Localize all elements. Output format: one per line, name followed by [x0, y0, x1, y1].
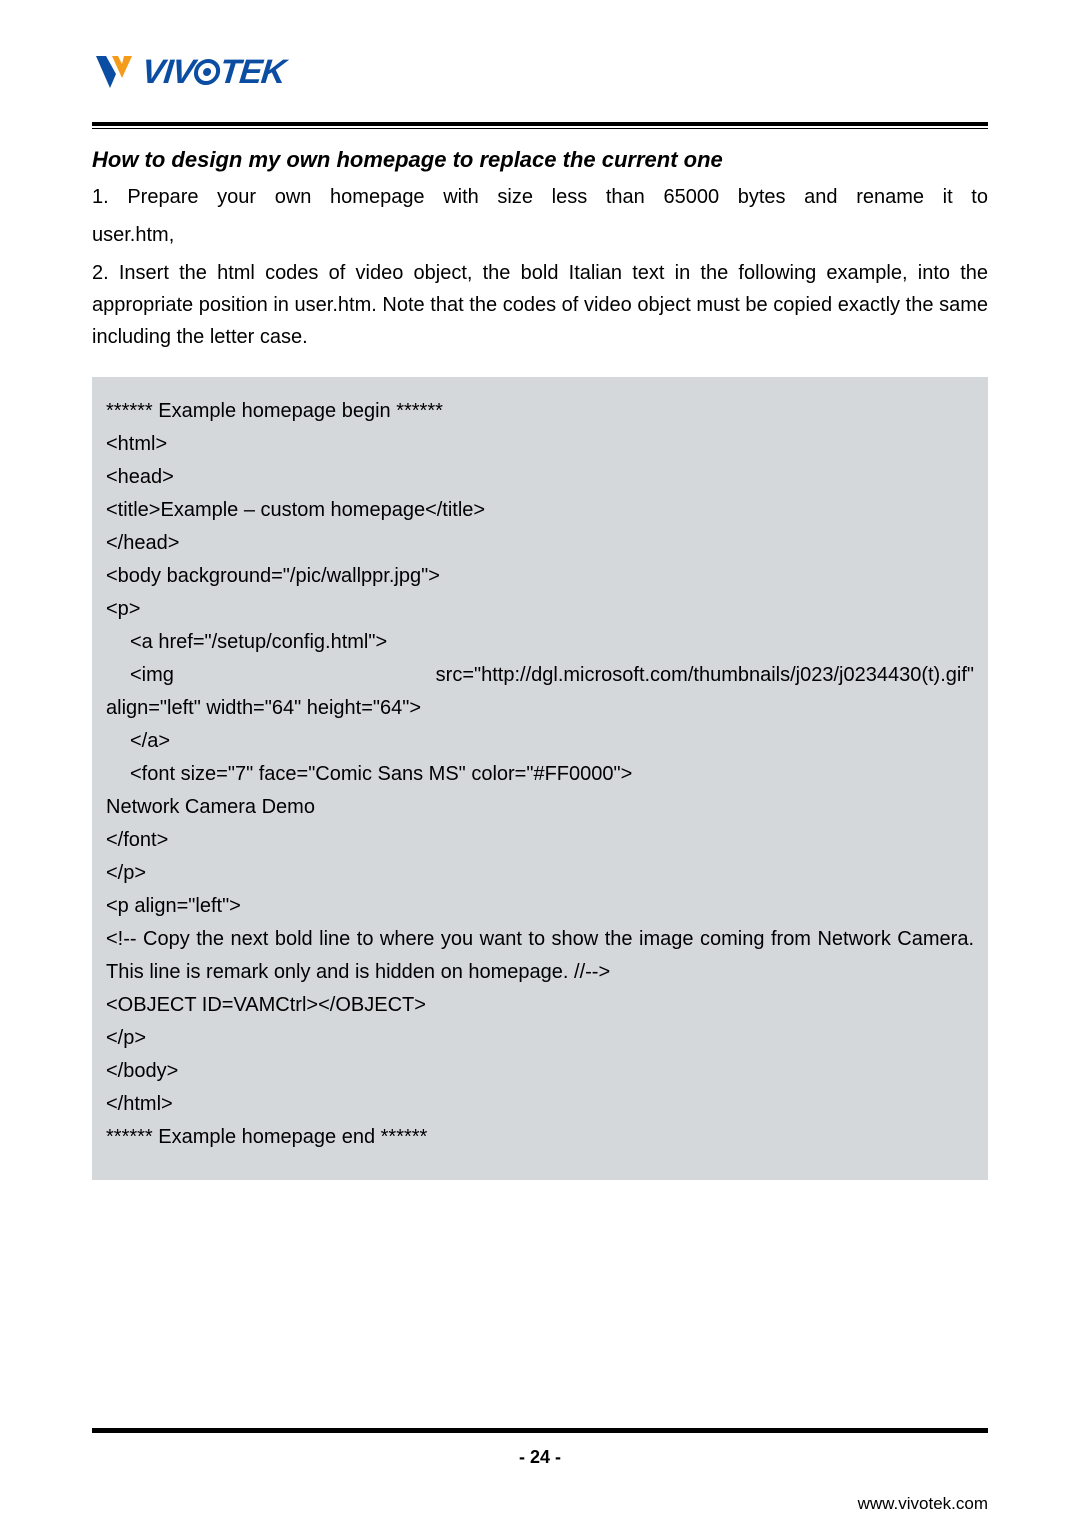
header-rule-thin	[92, 128, 988, 129]
footer-url: www.vivotek.com	[858, 1494, 988, 1514]
code-line: </font>	[106, 824, 974, 857]
logo-wordmark: VIV TEK	[140, 53, 287, 92]
code-line: align="left" width="64" height="64">	[106, 692, 974, 725]
header-rule-thick	[92, 122, 988, 126]
code-line: ****** Example homepage begin ******	[106, 395, 974, 428]
logo-text-part2: TEK	[218, 53, 287, 91]
section-heading: How to design my own homepage to replace…	[92, 147, 988, 173]
logo-o-icon	[192, 59, 221, 85]
paragraph-1-line1: 1. Prepare your own homepage with size l…	[92, 181, 988, 213]
code-line: <a href="/setup/config.html">	[106, 626, 974, 659]
footer-rule-thick	[92, 1429, 988, 1433]
page-number: - 24 -	[92, 1447, 988, 1468]
code-line: </a>	[106, 725, 974, 758]
code-token: src="http://dgl.microsoft.com/thumbnails…	[436, 664, 974, 686]
paragraph-1-line2: user.htm,	[92, 219, 988, 251]
code-token: <img	[130, 664, 174, 686]
code-line: </p>	[106, 857, 974, 890]
code-line: <head>	[106, 461, 974, 494]
code-line: </html>	[106, 1088, 974, 1121]
code-line: <!-- Copy the next bold line to where yo…	[106, 923, 974, 989]
code-line: </head>	[106, 527, 974, 560]
code-line: <p align="left">	[106, 890, 974, 923]
code-line: <p>	[106, 593, 974, 626]
code-line: ****** Example homepage end ******	[106, 1121, 974, 1154]
code-line: Network Camera Demo	[106, 791, 974, 824]
code-line: <html>	[106, 428, 974, 461]
code-line: <img src="http://dgl.microsoft.com/thumb…	[106, 659, 974, 692]
code-line: <font size="7" face="Comic Sans MS" colo…	[106, 758, 974, 791]
paragraph-2: 2. Insert the html codes of video object…	[92, 257, 988, 353]
code-line: <title>Example – custom homepage</title>	[106, 494, 974, 527]
code-line: </body>	[106, 1055, 974, 1088]
logo-mark-icon	[92, 50, 136, 94]
code-line: </p>	[106, 1022, 974, 1055]
brand-logo: VIV TEK	[92, 50, 988, 94]
code-example-block: ****** Example homepage begin ****** <ht…	[92, 377, 988, 1180]
logo-text-part1: VIV	[140, 53, 196, 91]
page-footer: - 24 -	[92, 1428, 988, 1468]
code-line: <body background="/pic/wallppr.jpg">	[106, 560, 974, 593]
code-line: <OBJECT ID=VAMCtrl></OBJECT>	[106, 989, 974, 1022]
